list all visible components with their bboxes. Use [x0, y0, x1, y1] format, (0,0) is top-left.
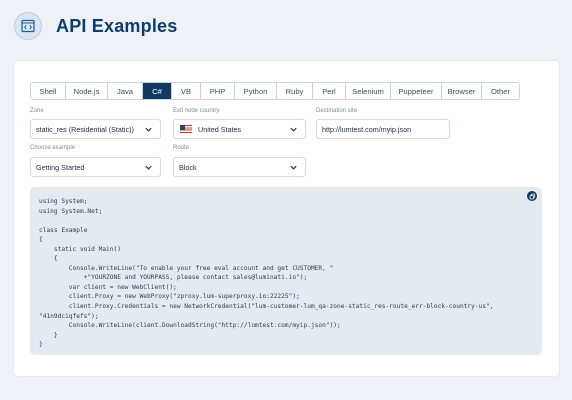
- tab-shell[interactable]: Shell: [31, 83, 66, 99]
- zone-value: static_res (Residential (Static)): [36, 124, 134, 134]
- zone-select[interactable]: static_res (Residential (Static)): [30, 119, 161, 139]
- tab-vb[interactable]: VB: [172, 83, 201, 99]
- page-header: API Examples: [14, 9, 177, 43]
- tab-csharp[interactable]: C#: [143, 83, 172, 99]
- tab-selenium[interactable]: Selenium: [346, 83, 391, 99]
- tab-puppeteer[interactable]: Puppeteer: [391, 83, 442, 99]
- tab-perl[interactable]: Perl: [313, 83, 346, 99]
- chevron-down-icon: [145, 127, 152, 132]
- choose-example-value: Getting Started: [36, 162, 85, 172]
- tab-other[interactable]: Other: [482, 83, 519, 99]
- exit-node-country-value: United States: [198, 124, 242, 134]
- zone-label: Zone: [30, 108, 44, 114]
- examples-card: Shell Node.js Java C# VB PHP Python Ruby…: [14, 61, 559, 376]
- route-label: Route: [173, 145, 190, 151]
- chevron-down-icon: [290, 165, 297, 170]
- destination-site-label: Destination site: [316, 108, 358, 114]
- page-title: API Examples: [56, 15, 178, 36]
- tab-php[interactable]: PHP: [201, 83, 235, 99]
- destination-site-input[interactable]: http://lumtest.com/myip.json: [316, 119, 450, 139]
- exit-node-country-label: Exit node country: [173, 108, 220, 114]
- code-snippet: using System; using System.Net; class Ex…: [39, 198, 494, 349]
- exit-node-country-select[interactable]: United States: [173, 119, 306, 139]
- destination-site-value: http://lumtest.com/myip.json: [322, 124, 412, 134]
- us-flag-icon: [180, 125, 192, 133]
- route-value: Block: [179, 162, 197, 172]
- choose-example-label: Choose example: [30, 145, 76, 151]
- tab-python[interactable]: Python: [235, 83, 277, 99]
- code-block: using System; using System.Net; class Ex…: [30, 187, 542, 355]
- tab-ruby[interactable]: Ruby: [277, 83, 313, 99]
- tab-java[interactable]: Java: [108, 83, 143, 99]
- route-select[interactable]: Block: [173, 157, 306, 177]
- tab-browser[interactable]: Browser: [442, 83, 482, 99]
- chevron-down-icon: [145, 165, 152, 170]
- tab-nodejs[interactable]: Node.js: [66, 83, 108, 99]
- language-tabs: Shell Node.js Java C# VB PHP Python Ruby…: [30, 82, 520, 100]
- chevron-down-icon: [290, 127, 297, 132]
- code-window-icon: [14, 12, 42, 40]
- choose-example-select[interactable]: Getting Started: [30, 157, 161, 177]
